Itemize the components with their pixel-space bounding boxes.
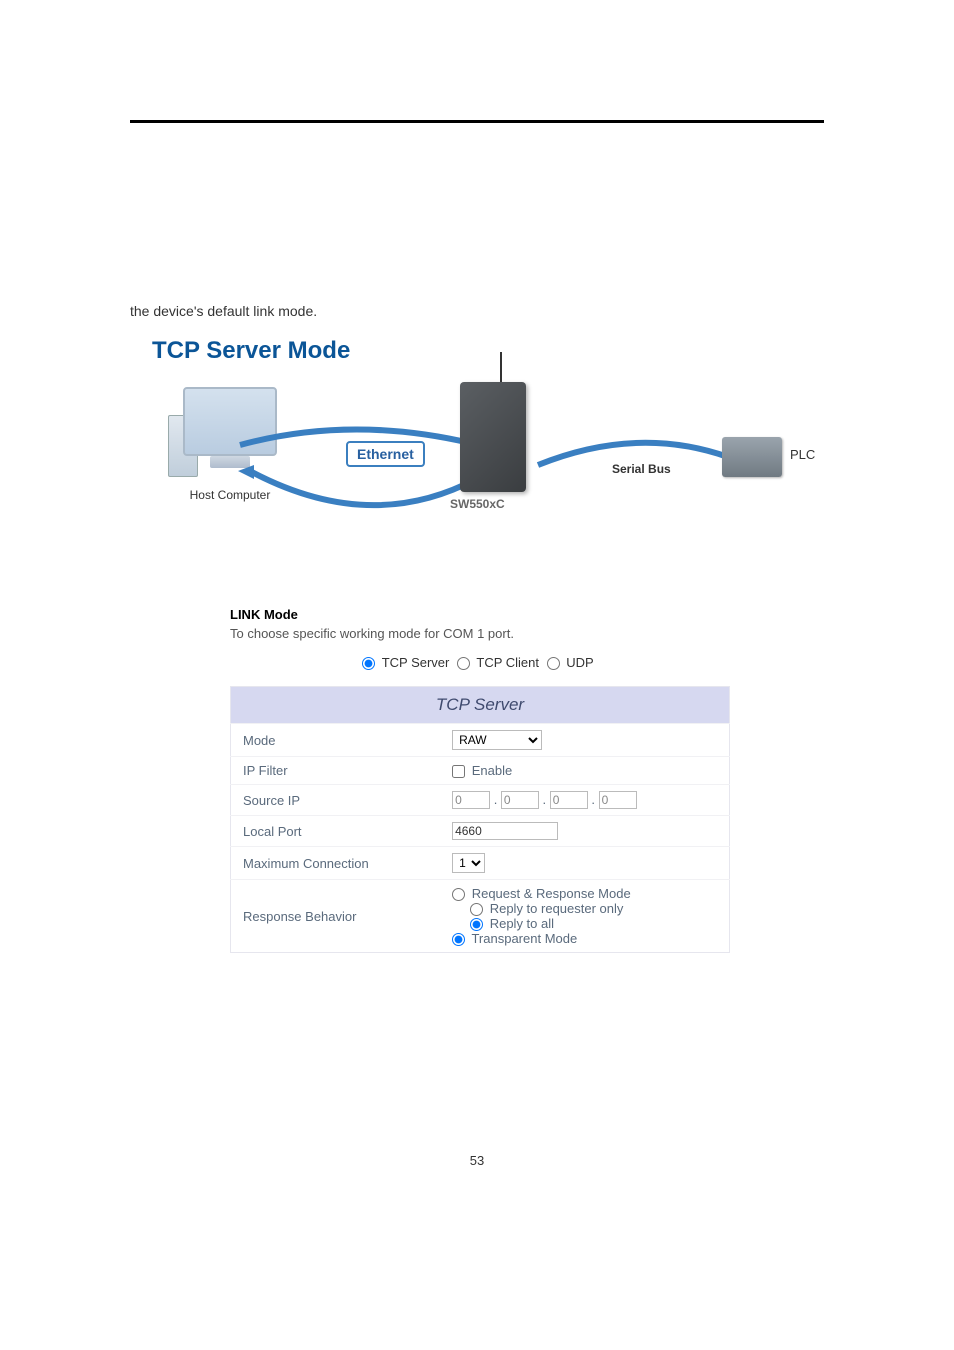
ethernet-label: Ethernet	[346, 441, 425, 467]
sw550xc-device-label: SW550xC	[450, 497, 505, 511]
ip-filter-label: IP Filter	[231, 757, 441, 785]
resp-all-radio[interactable]	[470, 918, 483, 931]
udp-radio-label[interactable]: UDP	[547, 655, 594, 670]
source-ip-octet-2[interactable]	[501, 791, 539, 809]
page-number: 53	[130, 1153, 824, 1168]
resp-requester-only-text: Reply to requester only	[490, 901, 624, 916]
link-mode-subtext: To choose specific working mode for COM …	[230, 626, 730, 641]
tcp-server-radio-label[interactable]: TCP Server	[362, 655, 453, 670]
tcp-server-radio-text: TCP Server	[382, 655, 450, 670]
udp-radio-text: UDP	[566, 655, 593, 670]
tcp-server-diagram: Host Computer Ethernet SW550xC Serial Bu…	[140, 387, 840, 557]
tcp-client-radio[interactable]	[457, 657, 470, 670]
ip-filter-checkbox[interactable]	[452, 765, 465, 778]
serial-bus-label: Serial Bus	[612, 462, 671, 476]
tcp-client-radio-text: TCP Client	[476, 655, 539, 670]
resp-request-radio[interactable]	[452, 888, 465, 901]
udp-radio[interactable]	[547, 657, 560, 670]
resp-all-label[interactable]: Reply to all	[470, 916, 554, 931]
resp-transparent-text: Transparent Mode	[471, 931, 577, 946]
plc-icon	[722, 437, 782, 477]
source-ip-octet-3[interactable]	[550, 791, 588, 809]
ip-filter-enable-label[interactable]: Enable	[452, 763, 512, 778]
mode-label: Mode	[231, 724, 441, 757]
header-divider	[130, 120, 824, 123]
section-title: TCP Server Mode	[152, 337, 824, 365]
link-mode-heading: LINK Mode	[230, 607, 730, 622]
resp-all-text: Reply to all	[490, 916, 554, 931]
response-behavior-label: Response Behavior	[231, 880, 441, 953]
resp-request-text: Request & Response Mode	[472, 886, 631, 901]
mode-select[interactable]: RAW	[452, 730, 542, 750]
resp-transparent-label[interactable]: Transparent Mode	[452, 931, 577, 946]
source-ip-octet-1[interactable]	[452, 791, 490, 809]
tcp-server-table-title: TCP Server	[231, 687, 730, 724]
link-mode-panel: LINK Mode To choose specific working mod…	[230, 607, 730, 953]
tcp-server-radio[interactable]	[362, 657, 375, 670]
link-mode-radio-group: TCP Server TCP Client UDP	[230, 655, 730, 670]
resp-requester-only-radio[interactable]	[470, 903, 483, 916]
source-ip-octet-4[interactable]	[599, 791, 637, 809]
ip-filter-enable-text: Enable	[472, 763, 512, 778]
tcp-client-radio-label[interactable]: TCP Client	[457, 655, 543, 670]
plc-label: PLC	[790, 447, 815, 462]
intro-text: the device's default link mode.	[130, 303, 824, 319]
max-connection-label: Maximum Connection	[231, 847, 441, 880]
ethernet-arrow-bottom-icon	[230, 465, 480, 525]
tcp-server-table: TCP Server Mode RAW IP Filter Enable	[230, 686, 730, 953]
sw550xc-device-icon	[460, 382, 526, 492]
source-ip-label: Source IP	[231, 785, 441, 816]
max-connection-select[interactable]: 1	[452, 853, 485, 873]
local-port-label: Local Port	[231, 816, 441, 847]
resp-request-label[interactable]: Request & Response Mode	[452, 886, 631, 901]
resp-transparent-radio[interactable]	[452, 933, 465, 946]
local-port-input[interactable]	[452, 822, 558, 840]
resp-requester-only-label[interactable]: Reply to requester only	[470, 901, 623, 916]
